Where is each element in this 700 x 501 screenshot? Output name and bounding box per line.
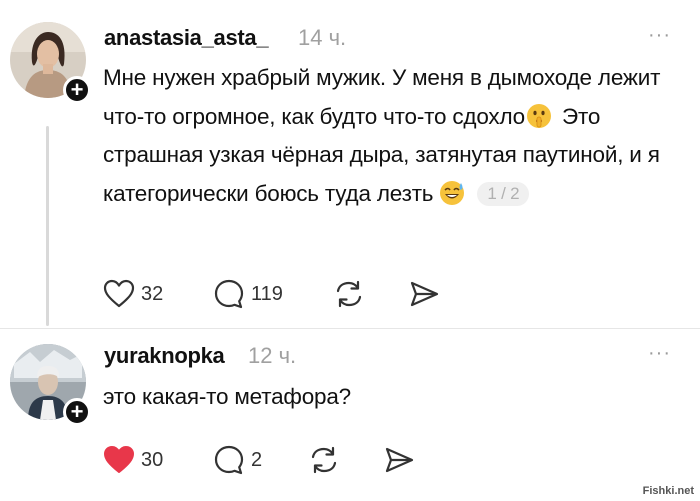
post-username[interactable]: anastasia_asta_ — [104, 25, 269, 51]
comment-button[interactable]: 2 — [213, 442, 262, 478]
like-count: 32 — [141, 282, 164, 305]
like-button[interactable]: 32 — [103, 276, 163, 312]
heart-filled-icon — [104, 446, 134, 473]
comment-count: 2 — [251, 448, 263, 471]
more-options-button[interactable]: ··· — [648, 24, 671, 47]
shushing-face-emoji — [526, 103, 552, 129]
post-divider — [0, 328, 700, 329]
like-count: 30 — [141, 448, 164, 471]
more-options-button[interactable]: ··· — [648, 342, 671, 365]
post-username[interactable]: yuraknopka — [104, 343, 225, 369]
share-button[interactable] — [383, 442, 415, 478]
comment-button[interactable]: 119 — [213, 276, 283, 312]
repost-button[interactable] — [333, 276, 365, 312]
watermark: Fishki.net — [642, 485, 694, 497]
comment-count: 119 — [251, 282, 283, 305]
repost-icon — [311, 446, 337, 474]
page-indicator: 1 / 2 — [477, 181, 530, 206]
post-body-text: Мне нужен храбрый мужик. У меня в дымохо… — [103, 59, 693, 213]
post-body-text: это какая-то метафора? — [103, 384, 351, 409]
thread-line — [46, 126, 49, 326]
heart-icon — [103, 279, 135, 308]
follow-plus-button[interactable]: + — [63, 76, 91, 104]
send-icon — [410, 281, 439, 307]
post-timestamp: 12 ч. — [248, 343, 297, 368]
like-button[interactable]: 30 — [103, 442, 163, 478]
send-icon — [385, 447, 414, 473]
follow-plus-button[interactable]: + — [63, 398, 91, 426]
repost-icon — [336, 280, 362, 308]
sweat-smile-emoji — [439, 180, 465, 206]
repost-button[interactable] — [308, 442, 340, 478]
comment-icon — [214, 445, 244, 475]
share-button[interactable] — [408, 276, 440, 312]
comment-icon — [214, 279, 244, 309]
post-timestamp: 14 ч. — [298, 25, 347, 50]
